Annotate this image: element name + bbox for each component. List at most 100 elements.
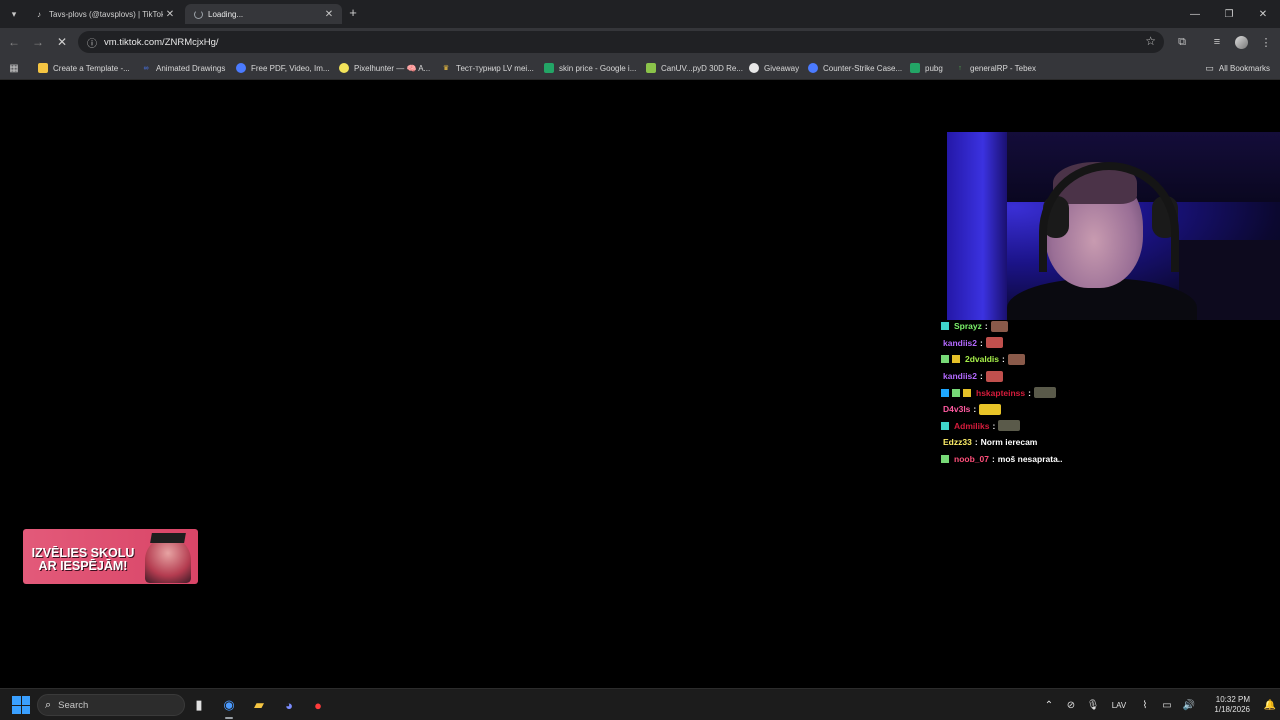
tab-strip: ▾ ♪ Tavs-plovs (@tavsplovs) | TikTok ✕ L… <box>0 0 1280 28</box>
loading-spinner-icon <box>193 9 203 19</box>
promo-banner[interactable]: IZVĒLIES SKOLU AR IESPĒJĀM! <box>23 529 198 584</box>
extensions-icon[interactable]: ⧉ <box>1174 34 1190 50</box>
sheets-icon <box>910 63 920 73</box>
file-explorer-icon[interactable]: ▰ <box>249 695 269 715</box>
chrome-icon[interactable]: ◉ <box>219 695 239 719</box>
taskbar-clock[interactable]: 10:32 PM 1/18/2026 <box>1200 695 1250 715</box>
chat-separator: : <box>980 371 983 382</box>
bookmark-item[interactable]: pubg <box>910 60 943 76</box>
bookmark-star-icon[interactable]: ☆ <box>1145 34 1156 48</box>
tab-tiktok[interactable]: ♪ Tavs-plovs (@tavsplovs) | TikTok ✕ <box>26 4 183 24</box>
bookmark-item[interactable]: Create a Template -... <box>38 60 130 76</box>
chat-message: Edzz33: Norm ierecam <box>941 434 1141 451</box>
bookmark-item[interactable]: Free PDF, Video, Im... <box>236 60 330 76</box>
windows-start-icon[interactable] <box>12 696 30 714</box>
chat-message: 2dvaldis: <box>941 351 1141 368</box>
media-controls-icon[interactable]: ≡ <box>1209 34 1225 50</box>
chat-emote-icon <box>990 320 1008 332</box>
wifi-icon[interactable]: ⌇ <box>1134 700 1156 711</box>
graduation-cap-icon <box>150 533 186 543</box>
notification-bell-icon[interactable]: 🔔 <box>1260 700 1280 711</box>
close-icon[interactable]: ✕ <box>322 7 336 21</box>
chat-emote-icon <box>985 337 1003 349</box>
bookmark-item[interactable]: ♛ Тест-турнир LV mei... <box>441 60 534 76</box>
forward-arrow-icon[interactable]: → <box>30 34 46 50</box>
volume-icon[interactable]: 🔊 <box>1178 700 1200 711</box>
tiktok-icon: ♪ <box>37 9 41 19</box>
tab-title: Tavs-plovs (@tavsplovs) | TikTok <box>49 9 163 19</box>
chat-badge-icon <box>941 322 949 331</box>
bookmark-item[interactable]: ↑ generalRP - Tebex <box>955 60 1036 76</box>
tab-search-icon[interactable]: ▾ <box>6 6 22 22</box>
chat-username: kandiis2 <box>943 337 978 348</box>
chat-message: Sprayz: <box>941 318 1141 335</box>
chat-separator: : <box>991 454 995 465</box>
chat-username: Edzz33 <box>943 437 972 448</box>
clock-time: 10:32 PM <box>1215 695 1250 704</box>
chat-message: Admiliks: <box>941 418 1141 435</box>
chat-emote-icon <box>998 420 1021 432</box>
bookmark-item[interactable]: ∞ Animated Drawings <box>141 60 226 76</box>
browser-toolbar: ← → ✕ ⓘ vm.tiktok.com/ZNRMcjxHg/ ☆ ⧉ ≡ ⋮ <box>0 28 1280 56</box>
chat-separator: : <box>1028 387 1031 398</box>
chat-username: Sprayz <box>954 321 982 332</box>
new-tab-button[interactable]: + <box>346 6 360 20</box>
webcam-overlay <box>947 132 1280 320</box>
chat-badge-icon <box>941 388 949 397</box>
back-arrow-icon[interactable]: ← <box>6 34 22 50</box>
display-icon[interactable]: ▭ <box>1156 700 1178 711</box>
restore-icon[interactable]: ❐ <box>1212 0 1246 28</box>
chat-emote-icon <box>1033 387 1056 399</box>
bookmark-item[interactable]: skin price - Google i... <box>544 60 636 76</box>
chat-badge-icon <box>952 355 960 364</box>
chat-emote-icon <box>979 403 1002 415</box>
bookmark-item[interactable]: Pixelhunter — 🧠 A... <box>339 60 430 76</box>
language-indicator[interactable]: LAV <box>1104 701 1134 710</box>
chat-badge-icon <box>952 388 960 397</box>
stream-chat: Sprayz: kandiis2:2dvaldis: kandiis2: hskapt… <box>941 318 1141 467</box>
all-bookmarks-button[interactable]: ▭ All Bookmarks <box>1205 60 1270 76</box>
chat-badge-icon <box>941 355 949 364</box>
minimize-icon[interactable]: — <box>1178 0 1212 28</box>
bookmark-item[interactable]: Counter-Strike Case... <box>808 60 902 76</box>
taskbar-search[interactable]: ⌕ Search <box>37 694 185 716</box>
gift-icon <box>749 63 759 73</box>
chat-message: hskapteinss: <box>941 384 1141 401</box>
chat-username: noob_07 <box>954 454 989 465</box>
chat-username: 2dvaldis <box>965 354 1000 365</box>
address-bar[interactable]: ⓘ vm.tiktok.com/ZNRMcjxHg/ ☆ <box>78 31 1164 53</box>
clock-date: 1/18/2026 <box>1214 705 1250 714</box>
chat-message: D4v3ls: <box>941 401 1141 418</box>
bookmark-item[interactable]: Giveaway <box>749 60 799 76</box>
pixel-icon <box>339 63 349 73</box>
chevron-up-icon[interactable]: ⌃ <box>1038 700 1060 711</box>
chat-emote-icon <box>1007 353 1025 365</box>
promo-text: IZVĒLIES SKOLU AR IESPĒJĀM! <box>31 546 135 573</box>
discord-icon[interactable]: ◕ <box>279 695 299 715</box>
network-off-icon[interactable]: ⊘ <box>1060 700 1082 711</box>
kebab-menu-icon[interactable]: ⋮ <box>1258 34 1274 50</box>
close-window-icon[interactable]: ✕ <box>1246 0 1280 28</box>
microphone-icon[interactable]: 🎙 <box>1082 700 1104 711</box>
chat-message: kandiis2: <box>941 335 1141 352</box>
bookmarks-bar: ▦ Create a Template -... ∞ Animated Drawi… <box>0 56 1280 80</box>
taskbar: ⌕ Search ▮ ◉ ▰ ◕ ● ⌃ ⊘ 🎙 LAV ⌇ ▭ 🔊 10:32… <box>0 688 1280 720</box>
site-info-icon[interactable]: ⓘ <box>84 34 100 50</box>
tab-loading[interactable]: Loading... ✕ <box>185 4 342 24</box>
chat-text: Norm ierecam <box>980 437 1038 448</box>
url-text[interactable]: vm.tiktok.com/ZNRMcjxHg/ <box>104 37 219 48</box>
sheets-icon <box>544 63 554 73</box>
bookmark-item[interactable]: CanUV...pyD 30D Re... <box>646 60 743 76</box>
close-icon[interactable]: ✕ <box>163 7 177 21</box>
task-view-icon[interactable]: ▮ <box>189 695 209 715</box>
window-controls: — ❐ ✕ <box>1178 0 1280 28</box>
profile-avatar-icon[interactable] <box>1233 34 1249 50</box>
obs-icon[interactable]: ● <box>308 695 328 715</box>
system-tray: ⌃ ⊘ 🎙 LAV ⌇ ▭ 🔊 10:32 PM 1/18/2026 🔔 <box>1038 689 1280 720</box>
chat-username: Admiliks <box>954 420 990 431</box>
doc-icon <box>38 63 48 73</box>
globe-icon <box>236 63 246 73</box>
apps-grid-icon[interactable]: ▦ <box>6 60 22 76</box>
stop-loading-icon[interactable]: ✕ <box>54 34 70 50</box>
meta-icon: ∞ <box>143 64 149 72</box>
